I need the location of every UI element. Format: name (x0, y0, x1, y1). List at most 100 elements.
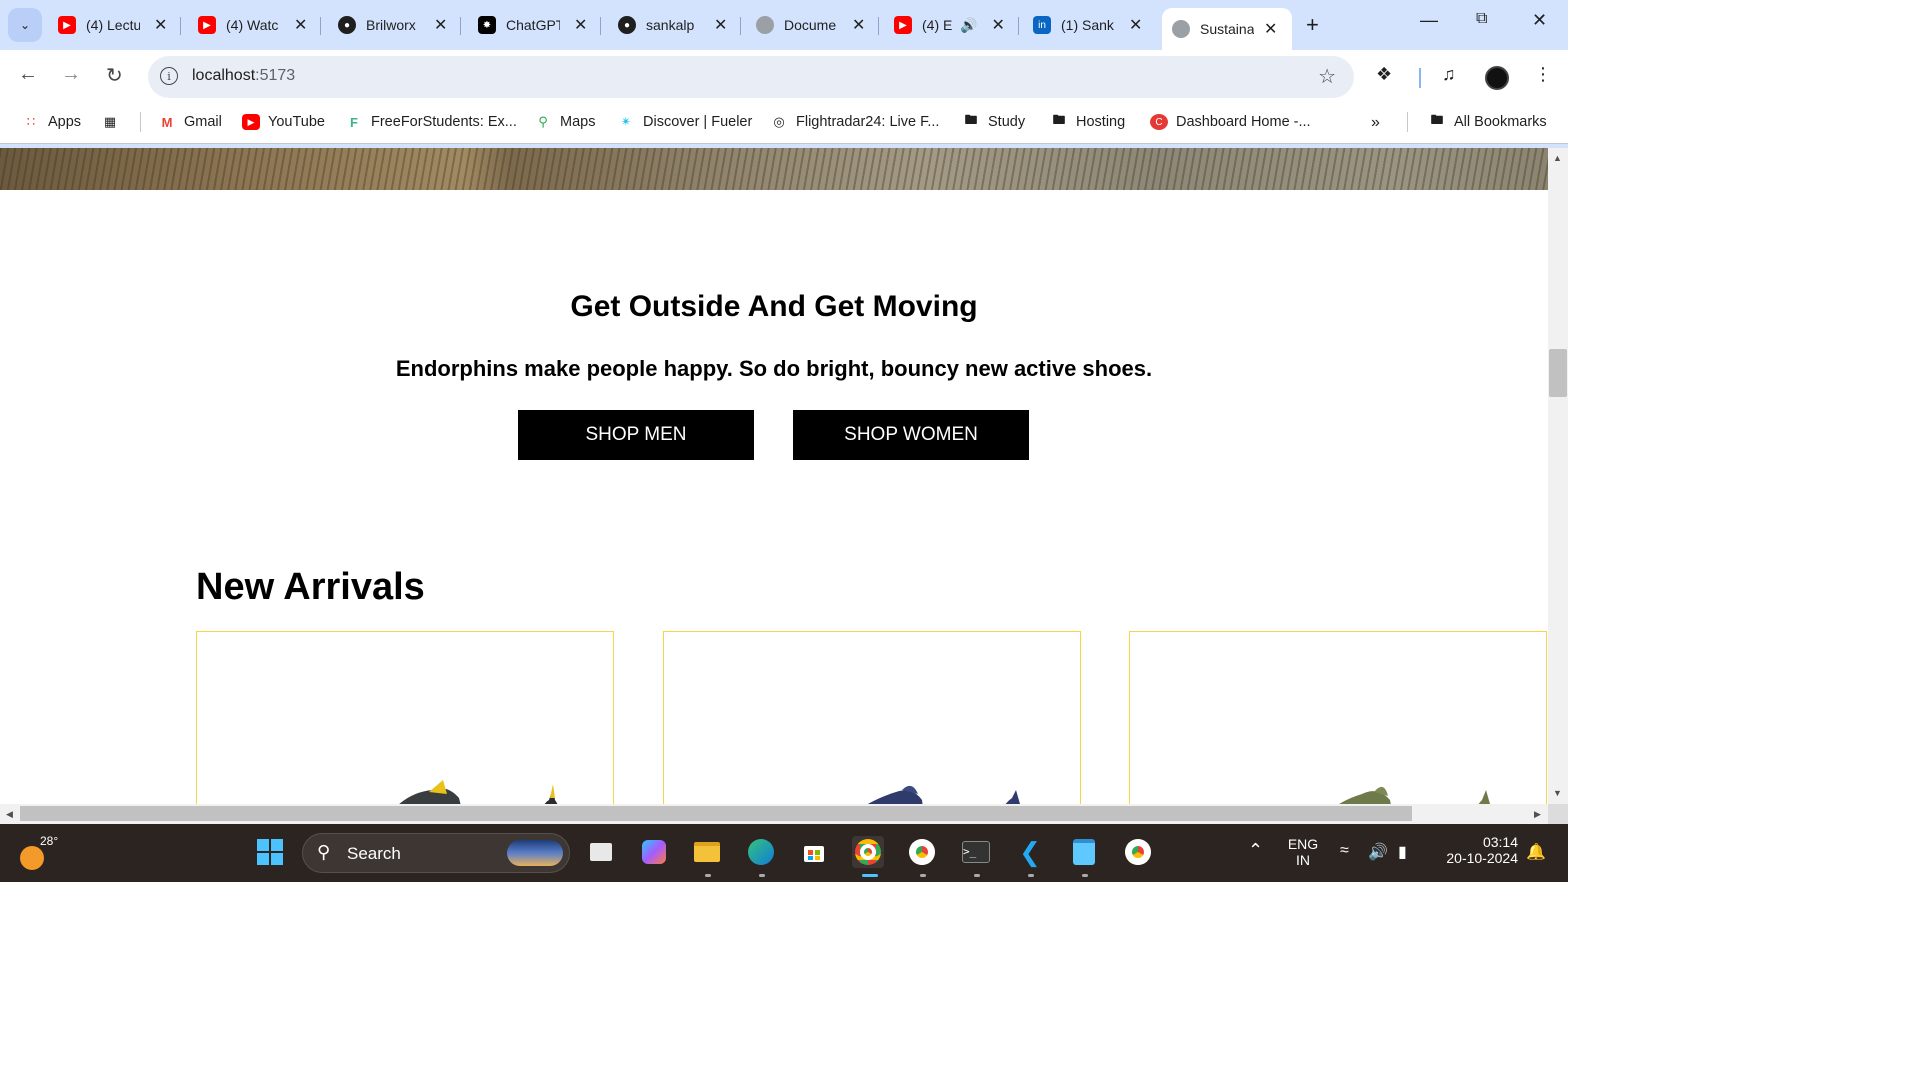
search-icon: ⚲ (317, 842, 331, 862)
freeforstudents-icon: F (350, 114, 358, 130)
chrome-icon[interactable] (1122, 836, 1154, 868)
more-menu-icon[interactable]: ⋮ (1534, 64, 1552, 85)
close-icon[interactable]: ✕ (294, 15, 307, 35)
tab-item-active[interactable]: Sustaina ✕ (1162, 8, 1292, 50)
scroll-left-arrow[interactable]: ◀ (6, 809, 13, 820)
github-icon: ● (338, 16, 356, 34)
profile-avatar[interactable] (1485, 66, 1509, 90)
github-icon: ● (618, 16, 636, 34)
bookmark-dashboard[interactable]: C Dashboard Home -... (1150, 114, 1311, 130)
battery-icon[interactable]: ▮ (1398, 842, 1407, 862)
hero-image (0, 148, 1548, 190)
vscode-icon[interactable]: ❮ (1014, 836, 1046, 868)
section-subheading: Endorphins make people happy. So do brig… (395, 356, 1153, 381)
bookmark-tab-groups[interactable]: ▦ (101, 114, 127, 130)
tab-item[interactable]: ✸ ChatGPT ✕ (478, 8, 602, 42)
chrome-icon[interactable] (852, 836, 884, 868)
shoe-image (399, 780, 558, 804)
close-icon[interactable]: ✕ (154, 15, 167, 35)
show-hidden-icons-button[interactable]: ⌃ (1248, 840, 1263, 861)
bookmark-folder-hosting[interactable]: 🖿 Hosting (1050, 112, 1125, 130)
tab-item[interactable]: in (1) Sank ✕ (1033, 8, 1142, 42)
bookmark-gmail[interactable]: M Gmail (158, 114, 222, 130)
vertical-scroll-thumb[interactable] (1549, 349, 1567, 397)
bookmark-freeforstudents[interactable]: F FreeForStudents: Ex... (345, 114, 517, 130)
close-icon[interactable]: ✕ (434, 15, 447, 35)
tab-item[interactable]: Docume ✕ (756, 8, 880, 42)
shop-women-button[interactable]: SHOP WOMEN (793, 410, 1029, 460)
shop-men-button[interactable]: SHOP MEN (518, 410, 754, 460)
edge-icon[interactable] (745, 836, 777, 868)
taskbar-search[interactable]: ⚲ Search (302, 833, 570, 873)
store-icon[interactable] (798, 836, 830, 868)
minimize-button[interactable]: — (1420, 10, 1438, 31)
bookmark-fueler[interactable]: ✴ Discover | Fueler (617, 114, 753, 130)
tab-label: sankalp (646, 17, 695, 33)
url-text[interactable]: localhost:5173 (192, 67, 295, 85)
chrome-profile-icon[interactable] (906, 836, 938, 868)
restore-button[interactable]: ⧉ (1476, 10, 1487, 28)
dashboard-icon: C (1150, 114, 1168, 130)
close-icon[interactable]: ✕ (1264, 19, 1277, 39)
folder-icon: 🖿 (964, 112, 978, 127)
youtube-icon: ▶ (242, 114, 260, 130)
weather-widget[interactable]: 28° (20, 834, 58, 870)
new-tab-button[interactable]: + (1306, 12, 1319, 38)
tab-label: Docume (784, 17, 837, 33)
copilot-icon[interactable] (638, 836, 670, 868)
tab-item[interactable]: ▶ (4) Lectu ✕ (58, 8, 182, 42)
folder-icon: 🖿 (1052, 112, 1066, 127)
close-icon[interactable]: ✕ (852, 15, 865, 35)
bookmark-folder-study[interactable]: 🖿 Study (962, 112, 1025, 130)
tab-item[interactable]: ● sankalp ✕ (618, 8, 742, 42)
task-view-icon[interactable] (585, 836, 617, 868)
bookmark-star-icon[interactable]: ☆ (1318, 64, 1336, 89)
folder-icon: 🖿 (1430, 112, 1444, 127)
wifi-icon[interactable]: ≈ (1340, 842, 1349, 860)
flightradar-icon: ◎ (773, 114, 785, 129)
bookmark-apps[interactable]: ∷ Apps (22, 114, 81, 130)
start-button[interactable] (254, 836, 286, 868)
window-close-button[interactable]: ✕ (1532, 10, 1547, 31)
horizontal-scroll-thumb[interactable] (20, 806, 1412, 821)
product-card[interactable] (196, 631, 614, 804)
speaker-icon[interactable]: 🔊 (960, 17, 977, 34)
scroll-up-arrow[interactable]: ▲ (1553, 153, 1562, 163)
new-arrivals-title: New Arrivals (196, 566, 425, 608)
page-viewport: Get Outside And Get Moving Endorphins ma… (0, 148, 1548, 804)
extensions-icon[interactable]: ❖ (1376, 64, 1392, 85)
all-bookmarks-button[interactable]: 🖿 All Bookmarks (1428, 112, 1546, 130)
notepad-icon[interactable] (1068, 836, 1100, 868)
file-explorer-icon[interactable] (691, 836, 723, 868)
terminal-icon[interactable]: >_ (960, 836, 992, 868)
product-card[interactable] (1129, 631, 1547, 804)
clock[interactable]: 03:14 20-10-2024 (1436, 834, 1518, 866)
close-icon[interactable]: ✕ (574, 15, 587, 35)
tab-label: ChatGPT (506, 17, 560, 33)
back-button[interactable]: ← (18, 63, 38, 86)
address-bar[interactable]: i localhost:5173 ☆ (148, 56, 1354, 98)
tab-item[interactable]: ▶ (4) Watc ✕ (198, 8, 322, 42)
close-icon[interactable]: ✕ (1129, 15, 1142, 35)
tab-search-button[interactable]: ⌄ (8, 8, 42, 42)
close-icon[interactable]: ✕ (991, 15, 1004, 35)
reload-button[interactable]: ↻ (106, 63, 123, 88)
scroll-down-arrow[interactable]: ▼ (1553, 788, 1562, 798)
tab-item[interactable]: ● Brilworx ✕ (338, 8, 462, 42)
bookmark-maps[interactable]: ⚲ Maps (534, 114, 595, 130)
language-indicator[interactable]: ENG IN (1286, 836, 1320, 868)
bookmark-flightradar[interactable]: ◎ Flightradar24: Live F... (770, 114, 939, 130)
forward-button[interactable]: → (61, 63, 81, 86)
tab-item[interactable]: ▶ (4) E 🔊 ✕ (894, 8, 1019, 42)
close-icon[interactable]: ✕ (714, 15, 727, 35)
volume-icon[interactable]: 🔊 (1368, 842, 1388, 862)
media-controls-icon[interactable]: ♫ (1442, 64, 1456, 85)
site-info-icon[interactable]: i (160, 67, 178, 85)
more-bookmarks-button[interactable]: » (1371, 114, 1380, 132)
bookmark-youtube[interactable]: ▶ YouTube (242, 114, 325, 130)
notification-bell-icon[interactable]: 🔔 (1526, 842, 1546, 862)
product-card[interactable] (663, 631, 1081, 804)
search-highlight-image (507, 840, 563, 866)
scroll-right-arrow[interactable]: ▶ (1534, 809, 1541, 820)
vertical-scrollbar[interactable] (1548, 148, 1568, 804)
